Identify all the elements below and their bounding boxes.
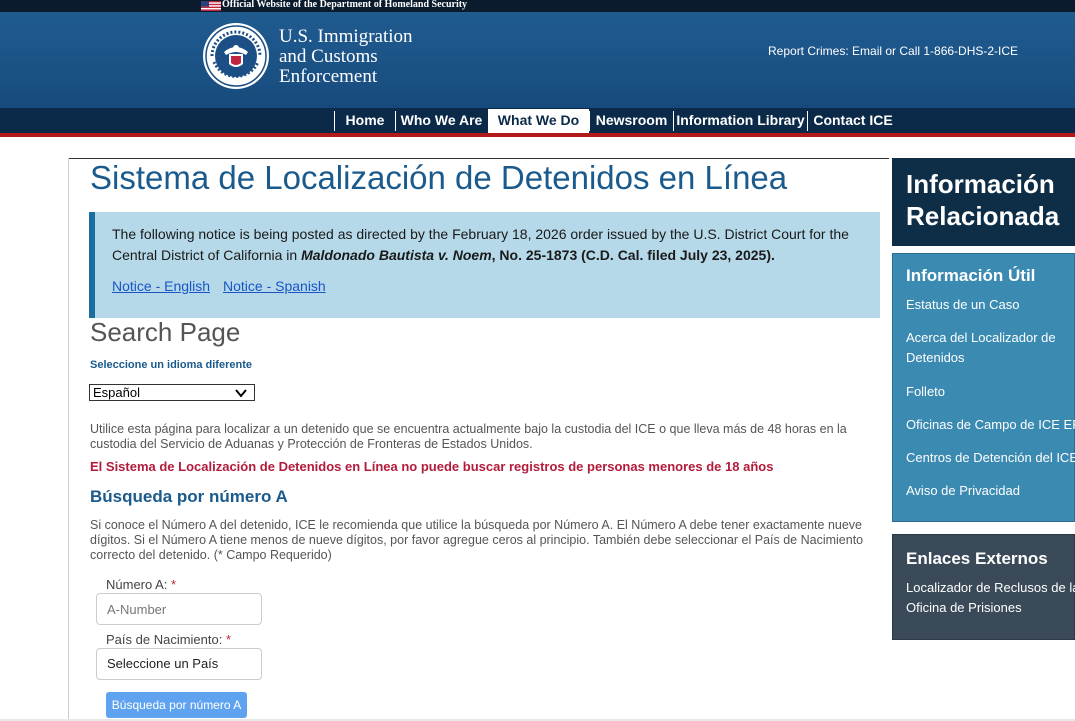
chevron-down-icon [235, 389, 247, 398]
sidebar-external-links: Enlaces Externos Localizador de Reclusos… [892, 534, 1075, 640]
sidebar-external-title: Enlaces Externos [906, 549, 1048, 568]
sidebar-link-bop-locator[interactable]: Localizador de Reclusos de la Oficina de… [906, 578, 1075, 618]
header-divider [0, 133, 1075, 137]
sidebar-link-case-status[interactable]: Estatus de un Caso [906, 295, 1075, 315]
notice-spanish-link[interactable]: Notice - Spanish [223, 278, 326, 294]
report-crimes-link[interactable]: Report Crimes: Email or Call 1-866-DHS-2… [768, 44, 1018, 58]
a-number-label-text: Número A: [106, 577, 168, 592]
official-banner-text: Official Website of the Department of Ho… [222, 0, 468, 10]
country-select[interactable]: Seleccione un País [96, 648, 262, 680]
court-notice: The following notice is being posted as … [89, 212, 880, 318]
minors-warning: El Sistema de Localización de Detenidos … [90, 459, 774, 474]
court-notice-text: The following notice is being posted as … [112, 224, 872, 266]
sidebar-link-about-locator[interactable]: Acerca del Localizador de Detenidos [906, 328, 1071, 368]
agency-name-line3: Enforcement [279, 66, 378, 87]
page-title: Sistema de Localización de Detenidos en … [90, 159, 788, 196]
sidebar-related-title: Información Relacionada [906, 169, 1060, 231]
a-number-label: Número A: * [106, 577, 176, 592]
language-select[interactable]: Español [89, 384, 255, 401]
language-label: Seleccione un idioma diferente [90, 359, 252, 371]
nav-item-home[interactable]: Home [335, 108, 395, 133]
sidebar-link-brochure[interactable]: Folleto [906, 382, 1075, 402]
search-page-heading: Search Page [90, 317, 241, 347]
required-mark: * [225, 632, 232, 647]
dhs-seal-icon[interactable] [202, 22, 270, 90]
language-select-value: Español [93, 385, 140, 400]
intro-text: Utilice esta página para localizar a un … [90, 422, 847, 451]
sidebar-related-info: Información Relacionada [892, 158, 1075, 246]
sidebar-useful-info: Información Útil Estatus de un Caso Acer… [892, 253, 1075, 522]
agency-name[interactable]: U.S. Immigration and Customs Enforcement [279, 27, 413, 87]
sidebar-useful-title: Información Útil [906, 266, 1036, 285]
content-left-border [68, 158, 69, 721]
a-number-section-title: Búsqueda por número A [90, 487, 288, 506]
required-mark: * [171, 577, 177, 592]
nav-item-what-we-do[interactable]: What We Do [488, 109, 589, 133]
nav-item-who-we-are[interactable]: Who We Are [396, 108, 487, 133]
sidebar-link-ero-field-offices[interactable]: Oficinas de Campo de ICE ERO [906, 415, 1075, 435]
a-number-search-button[interactable]: Búsqueda por número A [106, 692, 247, 718]
notice-case-name: Maldonado Bautista v. Noem [301, 247, 492, 263]
agency-name-line1: U.S. Immigration [279, 26, 413, 47]
notice-english-link[interactable]: Notice - English [112, 278, 210, 294]
main-nav: Home Who We Are What We Do Newsroom Info… [0, 108, 1075, 133]
us-flag-icon [201, 1, 221, 11]
sidebar-link-detention-centers[interactable]: Centros de Detención del ICE [906, 448, 1075, 468]
country-label-text: País de Nacimiento: [106, 632, 223, 647]
a-number-input[interactable] [96, 593, 262, 625]
official-banner: Official Website of the Department of Ho… [0, 0, 1075, 12]
sidebar-link-privacy-notice[interactable]: Aviso de Privacidad [906, 481, 1075, 501]
nav-item-contact-ice[interactable]: Contact ICE [808, 108, 898, 133]
agency-name-line2: and Customs [279, 46, 378, 67]
notice-case-number: , No. 25-1873 (C.D. Cal. filed July 23, … [491, 247, 775, 263]
nav-item-newsroom[interactable]: Newsroom [590, 108, 673, 133]
nav-item-information-library[interactable]: Information Library [674, 108, 807, 133]
country-label: País de Nacimiento: * [106, 632, 231, 647]
site-header: U.S. Immigration and Customs Enforcement… [0, 12, 1075, 108]
a-number-section-description: Si conoce el Número A del detenido, ICE … [90, 518, 864, 562]
